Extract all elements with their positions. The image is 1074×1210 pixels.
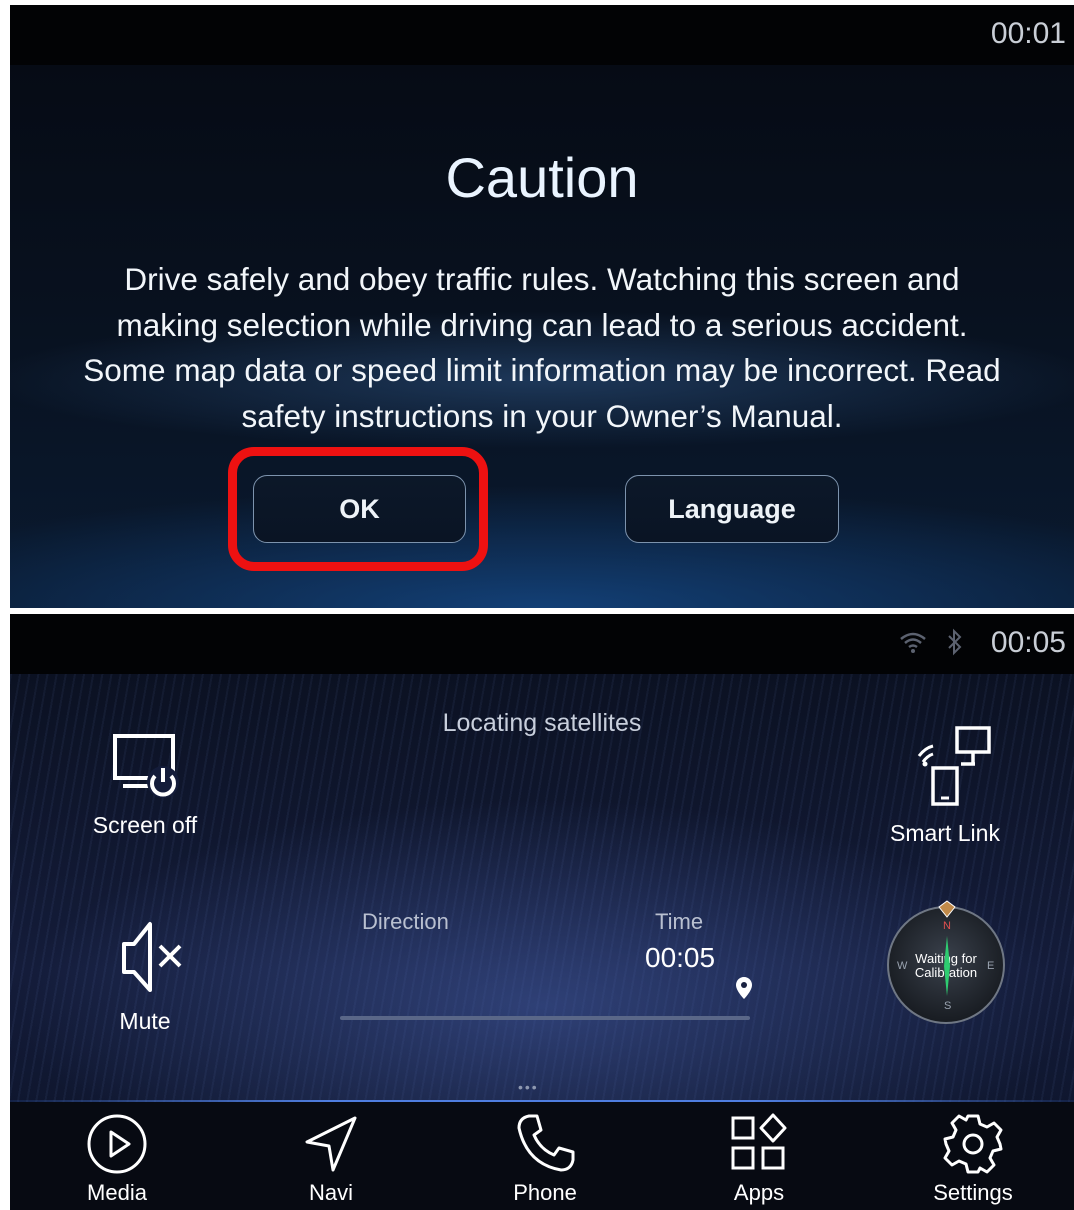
caution-title: Caution <box>445 146 639 209</box>
caution-screen: 00:01 Caution Drive safely and obey traf… <box>10 5 1074 608</box>
dock-settings[interactable]: Settings <box>903 1102 1043 1206</box>
mute-label: Mute <box>119 1008 171 1034</box>
time-value: 00:05 <box>645 942 716 973</box>
compass-north: N <box>943 920 951 932</box>
compass-needle-icon <box>944 936 950 996</box>
gear-icon <box>943 1114 1003 1174</box>
ok-button-highlight <box>228 447 488 571</box>
dock-settings-label: Settings <box>933 1180 1013 1205</box>
direction-label: Direction <box>362 909 449 934</box>
dock-media[interactable]: Media <box>47 1102 187 1206</box>
dock-media-label: Media <box>87 1180 147 1205</box>
language-button[interactable]: Language <box>625 475 839 543</box>
smart-link-button[interactable]: Smart Link <box>880 724 1010 847</box>
dock-apps-label: Apps <box>733 1180 785 1205</box>
mute-button[interactable]: Mute <box>80 916 210 1035</box>
status-bar: 00:01 <box>10 5 1074 65</box>
mute-icon <box>122 922 182 992</box>
page-indicator: ••• <box>518 1079 539 1095</box>
dock-navi[interactable]: Navi <box>261 1102 401 1206</box>
location-pin-icon <box>736 977 752 999</box>
status-clock: 00:05 <box>990 626 1066 659</box>
screen-off-button[interactable]: Screen off <box>80 732 210 839</box>
time-label: Time <box>655 909 704 934</box>
home-screen: 00:05 Locating satellites Screen off Sma… <box>10 614 1074 1210</box>
dock-navi-label: Navi <box>308 1180 353 1205</box>
dock-phone-label: Phone <box>513 1180 577 1205</box>
screen-off-label: Screen off <box>92 812 198 838</box>
apps-grid-icon <box>731 1113 787 1170</box>
compass-south: S <box>944 1000 952 1012</box>
smart-link-label: Smart Link <box>890 820 1000 846</box>
compass-marker-icon <box>938 900 956 918</box>
play-circle-icon <box>87 1114 147 1174</box>
status-clock: 00:01 <box>990 17 1066 50</box>
screen-off-icon <box>113 734 179 798</box>
dock-phone[interactable]: Phone <box>475 1102 615 1206</box>
wifi-icon <box>900 632 926 653</box>
phone-icon <box>517 1114 575 1172</box>
caution-message: Drive safely and obey traffic rules. Wat… <box>83 261 1001 434</box>
navigation-arrow-icon <box>305 1116 357 1172</box>
status-bar: 00:05 <box>10 614 1074 674</box>
bottom-dock: Media Navi Phone Apps Settings <box>10 1102 1074 1210</box>
smart-link-icon <box>917 726 991 806</box>
status-icons <box>898 628 964 656</box>
bluetooth-icon <box>948 628 962 656</box>
route-progress-track <box>340 1016 750 1020</box>
dock-apps[interactable]: Apps <box>689 1102 829 1206</box>
